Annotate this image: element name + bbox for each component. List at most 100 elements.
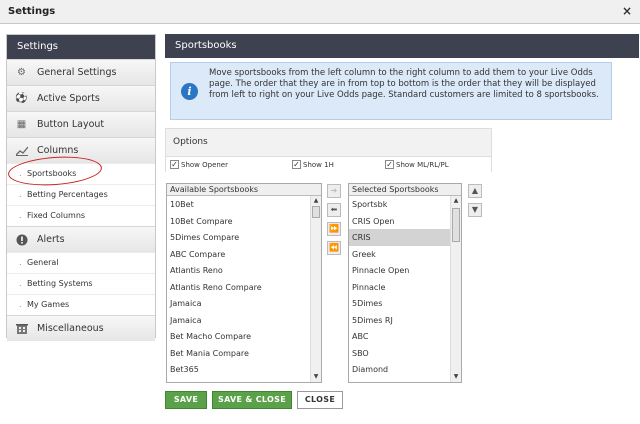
checkbox-checked-icon: ✓	[385, 160, 394, 169]
gear-icon: ⚙	[17, 67, 26, 78]
info-icon: i	[181, 83, 198, 100]
sidebar-item-columns[interactable]: Columns	[7, 137, 155, 163]
scroll-down-arrow-icon[interactable]: ▼	[451, 372, 461, 382]
list-item[interactable]: Atlantis Reno Compare	[167, 279, 310, 296]
list-item[interactable]: 10Bet Compare	[167, 213, 310, 230]
sidebar-subitem-label: Betting Systems	[27, 279, 93, 288]
sidebar-item-alerts[interactable]: Alerts	[7, 226, 155, 252]
checkbox-checked-icon: ✓	[170, 160, 179, 169]
bullet-icon: .	[19, 300, 22, 309]
list-item[interactable]: Sportsbk	[349, 196, 450, 213]
list-item[interactable]: Bet365 C...	[167, 378, 310, 383]
sidebar-subitem-label: Betting Percentages	[27, 190, 108, 199]
move-left-icon[interactable]: ⬅	[327, 203, 341, 217]
show-opener-checkbox[interactable]: ✓ Show Opener	[170, 160, 228, 169]
bullet-icon: .	[19, 169, 22, 178]
list-item[interactable]: 5Dimes RJ	[349, 312, 450, 329]
list-item[interactable]: Diamond	[349, 361, 450, 378]
title-bar: Settings ×	[0, 0, 640, 24]
sidebar-item-label: Miscellaneous	[37, 323, 104, 334]
info-text: Move sportsbooks from the left column to…	[209, 68, 599, 100]
selected-list-header: Selected Sportsbooks	[349, 184, 461, 196]
bullet-icon: .	[19, 279, 22, 288]
list-item[interactable]: Bet Macho Compare	[167, 328, 310, 345]
available-sportsbooks-list[interactable]: Available Sportsbooks 10Bet 10Bet Compare…	[166, 183, 322, 383]
list-item[interactable]: Jamaica	[167, 295, 310, 312]
list-item[interactable]: CRIS	[349, 229, 450, 246]
move-right-icon[interactable]: ➔	[327, 184, 341, 198]
sidebar-subitem-label: Sportsbooks	[27, 169, 77, 178]
list-item[interactable]: Pinnacle Open	[349, 262, 450, 279]
page-title: Sportsbooks	[165, 34, 639, 58]
checkbox-label: Show 1H	[303, 160, 334, 169]
sidebar-item-active-sports[interactable]: ⚽ Active Sports	[7, 85, 155, 111]
sidebar-subitem-betting-systems[interactable]: . Betting Systems	[7, 273, 155, 294]
checkbox-checked-icon: ✓	[292, 160, 301, 169]
list-item[interactable]: Wager Web	[349, 378, 450, 383]
options-row: ✓ Show Opener ✓ Show 1H ✓ Show ML/RL/PL	[166, 156, 491, 173]
bullet-icon: .	[19, 211, 22, 220]
list-item[interactable]: Atlantis Reno	[167, 262, 310, 279]
bullet-icon: .	[19, 190, 22, 199]
info-box: i Move sportsbooks from the left column …	[170, 62, 612, 120]
sidebar-subitem-fixed-columns[interactable]: . Fixed Columns	[7, 205, 155, 226]
save-and-close-button[interactable]: SAVE & CLOSE	[212, 391, 292, 409]
move-down-icon[interactable]: ▼	[468, 203, 482, 217]
checkbox-label: Show ML/RL/PL	[396, 160, 449, 169]
available-list-scrollbar[interactable]: ▲ ▼	[310, 196, 321, 382]
list-item[interactable]: 5Dimes Compare	[167, 229, 310, 246]
available-list-items: 10Bet 10Bet Compare 5Dimes Compare ABC Comp…	[167, 196, 310, 382]
alert-icon	[15, 233, 28, 246]
scroll-thumb[interactable]	[452, 208, 460, 242]
list-item[interactable]: Greek	[349, 246, 450, 263]
scroll-up-arrow-icon[interactable]: ▲	[311, 196, 321, 206]
window-title: Settings	[8, 6, 56, 17]
list-item[interactable]: Bet365	[167, 361, 310, 378]
list-item[interactable]: SBO	[349, 345, 450, 362]
chart-icon	[15, 144, 28, 157]
save-button[interactable]: SAVE	[165, 391, 207, 409]
bullet-icon: .	[19, 258, 22, 267]
close-icon[interactable]: ×	[622, 4, 632, 18]
list-item[interactable]: 10Bet	[167, 196, 310, 213]
list-item[interactable]: Bet Mania Compare	[167, 345, 310, 362]
sidebar-item-label: Columns	[37, 145, 79, 156]
sidebar-heading: Settings	[7, 35, 155, 59]
selected-list-scrollbar[interactable]: ▲ ▼	[450, 196, 461, 382]
sidebar-item-miscellaneous[interactable]: Miscellaneous	[7, 315, 155, 341]
sidebar-subitem-general[interactable]: . General	[7, 252, 155, 273]
building-icon	[15, 322, 28, 335]
sidebar-subitem-betting-percentages[interactable]: . Betting Percentages	[7, 184, 155, 205]
move-up-icon[interactable]: ▲	[468, 184, 482, 198]
list-item[interactable]: 5Dimes	[349, 295, 450, 312]
list-item[interactable]: CRIS Open	[349, 213, 450, 230]
sidebar-subitem-label: Fixed Columns	[27, 211, 86, 220]
options-heading: Options	[173, 137, 208, 147]
selected-sportsbooks-list[interactable]: Selected Sportsbooks Sportsbk CRIS Open CR…	[348, 183, 462, 383]
move-all-right-icon[interactable]: ⏩	[327, 222, 341, 236]
sidebar-item-label: Active Sports	[37, 93, 100, 104]
scroll-down-arrow-icon[interactable]: ▼	[311, 372, 321, 382]
scroll-up-arrow-icon[interactable]: ▲	[451, 196, 461, 206]
scroll-thumb[interactable]	[312, 206, 320, 218]
selected-list-items: Sportsbk CRIS Open CRIS Greek Pinnacle Open P…	[349, 196, 450, 382]
sidebar-item-label: Button Layout	[37, 119, 105, 130]
ball-icon: ⚽	[15, 93, 28, 104]
show-1h-checkbox[interactable]: ✓ Show 1H	[292, 160, 334, 169]
move-all-left-icon[interactable]: ⏪	[327, 241, 341, 255]
sidebar-item-label: General Settings	[37, 67, 117, 78]
show-ml-rl-pl-checkbox[interactable]: ✓ Show ML/RL/PL	[385, 160, 449, 169]
list-item[interactable]: Pinnacle	[349, 279, 450, 296]
sidebar-subitem-sportsbooks[interactable]: . Sportsbooks	[7, 163, 155, 184]
sidebar-item-button-layout[interactable]: ▦ Button Layout	[7, 111, 155, 137]
main-panel: Sportsbooks i Move sportsbooks from the …	[165, 34, 639, 424]
close-button[interactable]: CLOSE	[297, 391, 343, 409]
list-item[interactable]: Jamaica	[167, 312, 310, 329]
sidebar-subitem-my-games[interactable]: . My Games	[7, 294, 155, 315]
sidebar-subitem-label: General	[27, 258, 59, 267]
sidebar-item-label: Alerts	[37, 234, 65, 245]
sidebar-subitem-label: My Games	[27, 300, 70, 309]
list-item[interactable]: ABC	[349, 328, 450, 345]
list-item[interactable]: ABC Compare	[167, 246, 310, 263]
sidebar-item-general-settings[interactable]: ⚙ General Settings	[7, 59, 155, 85]
